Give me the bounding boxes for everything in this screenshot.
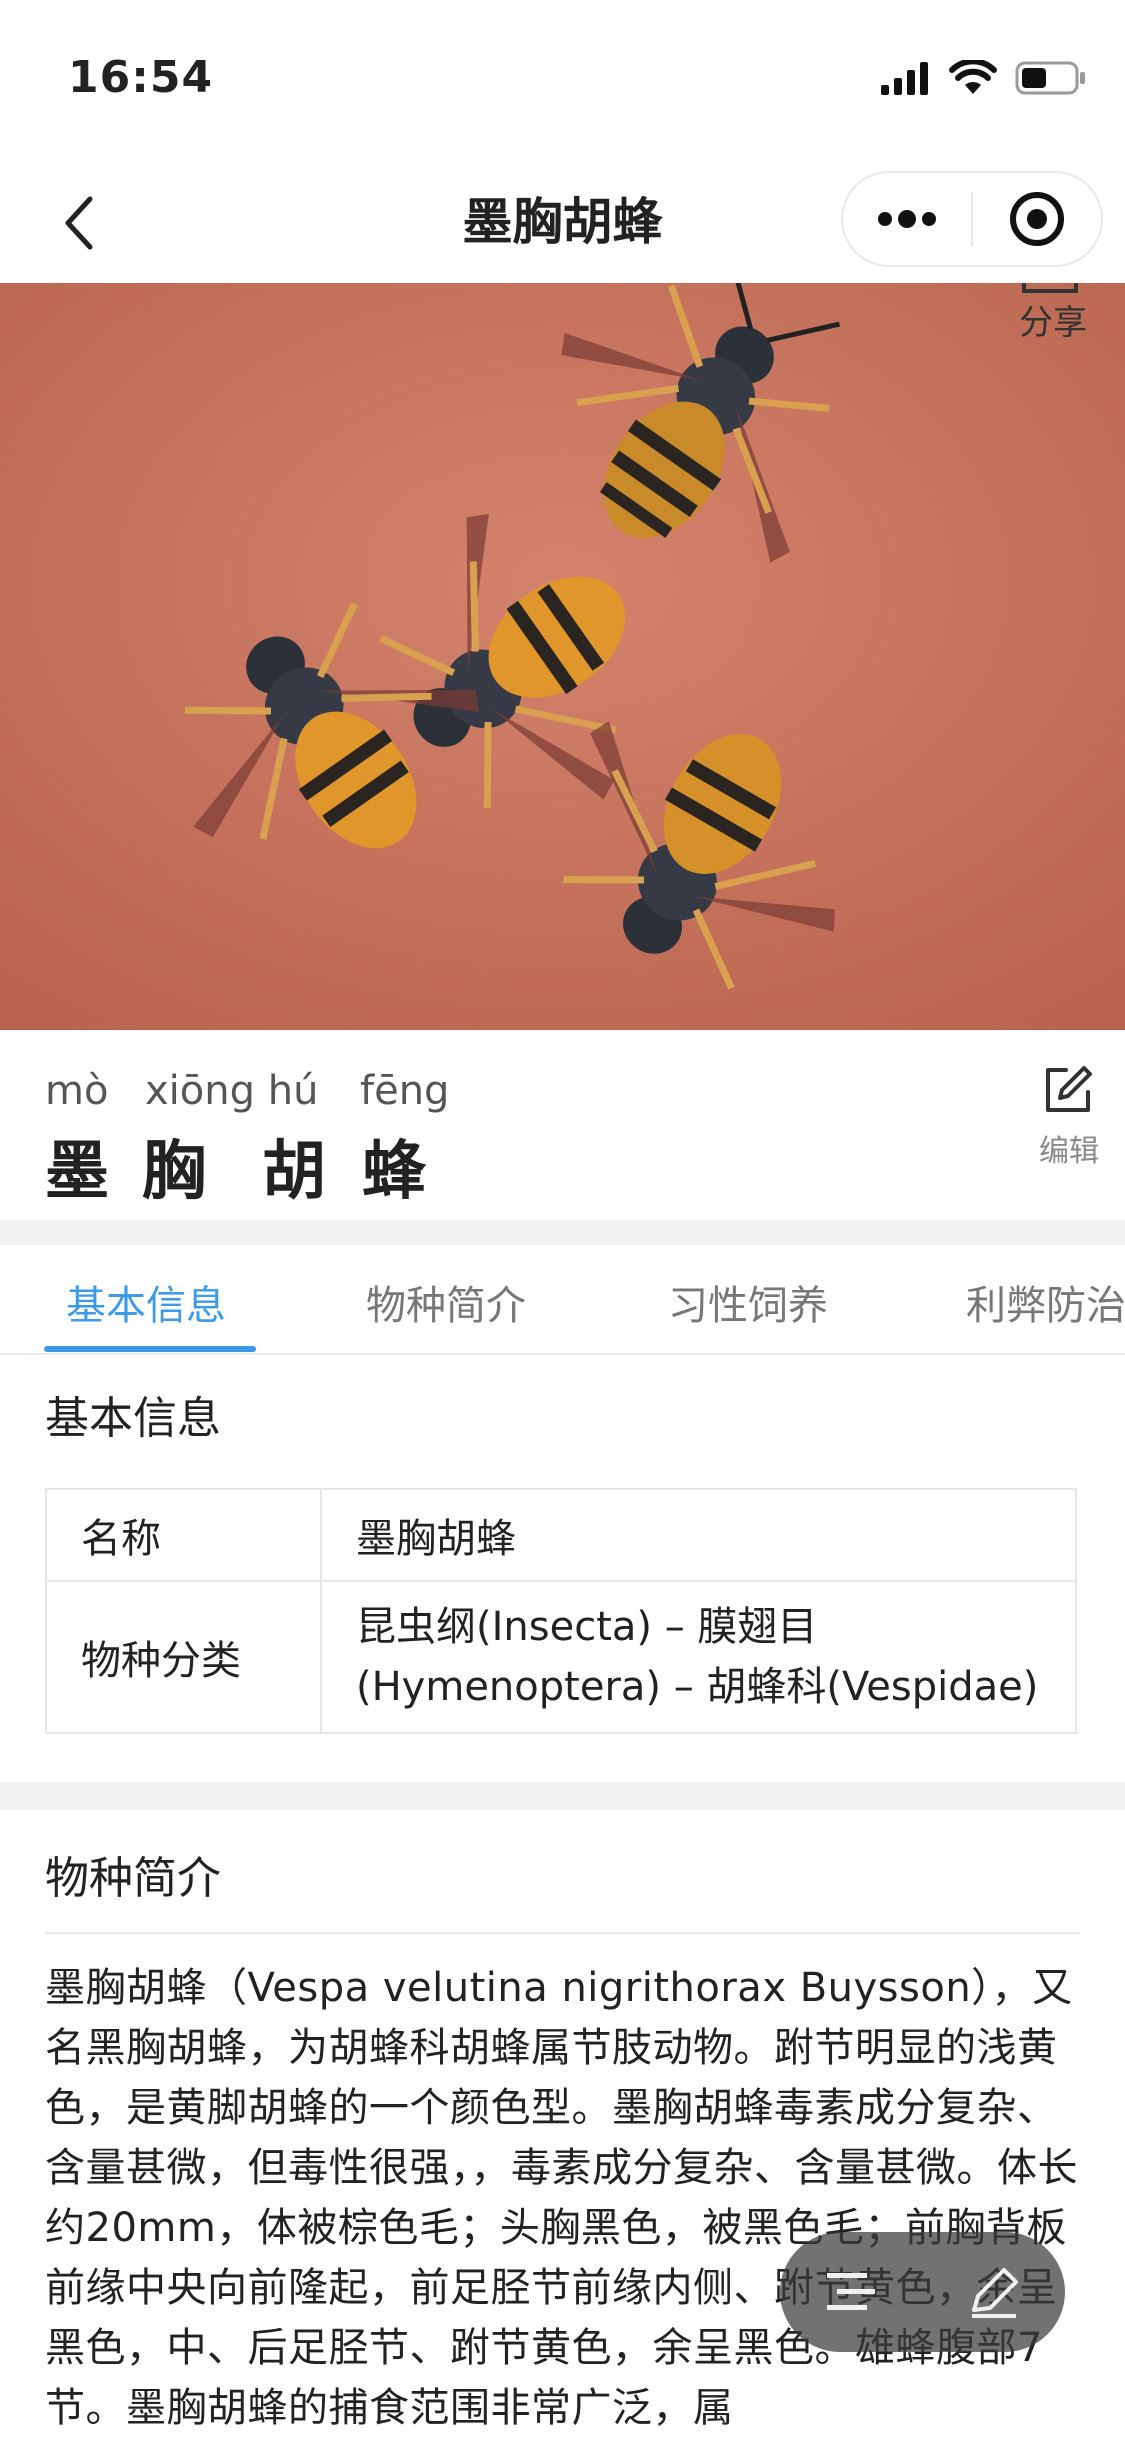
info-label: 名称: [45, 1488, 322, 1582]
tab-basic-info[interactable]: 基本信息: [66, 1273, 226, 1331]
share-button[interactable]: 分享: [995, 283, 1105, 353]
list-icon: [827, 2273, 876, 2310]
close-target-icon: [1010, 192, 1064, 246]
info-value: 墨胸胡蜂: [320, 1488, 1077, 1582]
close-button[interactable]: [973, 173, 1101, 265]
tab-pros-cons[interactable]: 利弊防治: [966, 1273, 1125, 1331]
pinyin-syllable: fēng: [360, 1068, 450, 1114]
intro-title: 物种简介: [45, 1853, 221, 1904]
tab-bar: 基本信息 物种简介 习性饲养 利弊防治: [0, 1245, 1125, 1355]
tab-species-intro[interactable]: 物种简介: [366, 1273, 526, 1331]
section-gap: [0, 1782, 1125, 1810]
pen-icon: [971, 2268, 1018, 2318]
status-bar: 16:54: [0, 0, 1125, 165]
edit-button[interactable]: [1027, 1064, 1107, 1122]
more-icon: [878, 210, 936, 228]
signal-icon: [881, 62, 928, 95]
capsule-menu: [841, 171, 1103, 267]
intro-text: 墨胸胡蜂（Vespa velutina nigrithorax Buysson）…: [45, 1965, 1078, 2431]
status-icons: [881, 60, 1087, 96]
section-gap: [0, 1220, 1125, 1245]
hornet-photo: [0, 283, 1125, 1030]
battery-icon: [1015, 61, 1085, 95]
more-button[interactable]: [843, 173, 971, 265]
pinyin-syllable: mò: [45, 1068, 109, 1114]
table-row: 名称 墨胸胡蜂: [45, 1488, 1077, 1582]
info-label: 物种分类: [45, 1580, 322, 1734]
edit-icon: [1046, 1066, 1092, 1112]
pinyin-syllable: xiōng hú: [145, 1068, 319, 1114]
wifi-icon: [949, 60, 997, 94]
share-icon: [1022, 283, 1078, 293]
name-char: 胡: [262, 1135, 326, 1209]
table-row: 物种分类 昆虫纲(Insecta) – 膜翅目 (Hymenoptera) – …: [45, 1580, 1077, 1734]
name-section: mò xiōng hú fēng 墨 胸 胡 蜂 编辑: [0, 1030, 1125, 1220]
name-char: 胸: [142, 1135, 206, 1209]
hero-image: 分享: [0, 283, 1125, 1030]
basic-info-table: 名称 墨胸胡蜂 物种分类 昆虫纲(Insecta) – 膜翅目 (Hymenop…: [45, 1488, 1077, 1734]
tab-habits-care[interactable]: 习性饲养: [668, 1273, 828, 1331]
status-time: 16:54: [68, 52, 214, 103]
info-value: 昆虫纲(Insecta) – 膜翅目 (Hymenoptera) – 胡蜂科(V…: [320, 1580, 1077, 1734]
basic-info-title: 基本信息: [45, 1393, 221, 1444]
active-tab-indicator: [44, 1346, 256, 1352]
info-value-line: 昆虫纲(Insecta) – 膜翅目: [356, 1604, 818, 1650]
intro-divider: [45, 1932, 1080, 1934]
floating-action-button[interactable]: [780, 2232, 1065, 2352]
info-value-line: (Hymenoptera) – 胡蜂科(Vespidae): [356, 1664, 1039, 1710]
name-char: 蜂: [362, 1135, 426, 1209]
share-label: 分享: [1019, 303, 1087, 343]
edit-label: 编辑: [1039, 1134, 1099, 1169]
name-char: 墨: [45, 1135, 109, 1209]
nav-bar: 墨胸胡蜂: [0, 165, 1125, 283]
